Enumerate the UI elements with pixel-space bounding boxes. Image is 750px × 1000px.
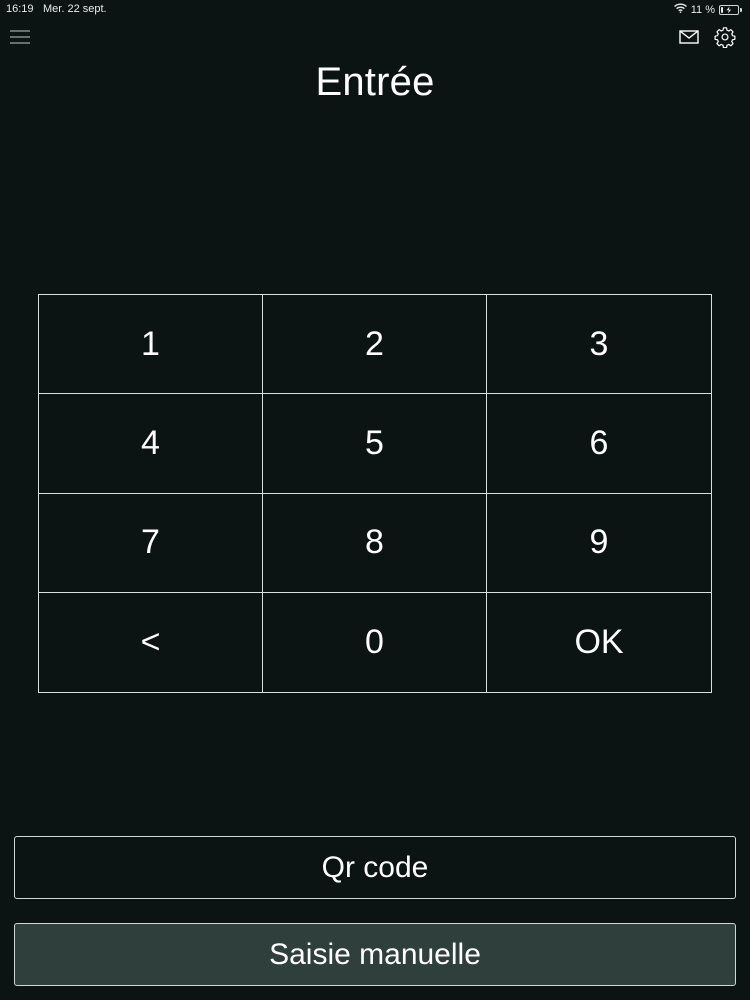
status-bar: 16:19 Mer. 22 sept. 11 %	[0, 0, 750, 20]
key-4[interactable]: 4	[39, 394, 263, 494]
key-7[interactable]: 7	[39, 493, 263, 593]
key-2[interactable]: 2	[263, 295, 487, 395]
hamburger-menu-icon[interactable]	[10, 28, 30, 46]
battery-cap	[740, 7, 742, 12]
key-8[interactable]: 8	[263, 493, 487, 593]
battery-icon	[719, 4, 739, 15]
key-9[interactable]: 9	[487, 493, 711, 593]
key-backspace[interactable]: <	[39, 592, 263, 692]
key-6[interactable]: 6	[487, 394, 711, 494]
mail-icon[interactable]	[678, 26, 700, 48]
key-0[interactable]: 0	[263, 592, 487, 692]
key-ok[interactable]: OK	[487, 592, 711, 692]
battery-percent: 11 %	[690, 3, 715, 16]
key-3[interactable]: 3	[487, 295, 711, 395]
charging-bolt-icon	[726, 6, 732, 13]
status-date: Mer. 22 sept.	[43, 3, 107, 15]
wifi-icon	[673, 3, 687, 16]
numeric-keypad: 1 2 3 4 5 6 7 8 9 < 0 OK	[38, 294, 712, 693]
key-1[interactable]: 1	[39, 295, 263, 395]
qr-code-button[interactable]: Qr code	[14, 836, 736, 899]
manual-entry-button[interactable]: Saisie manuelle	[14, 923, 736, 986]
gear-icon[interactable]	[714, 26, 736, 49]
key-5[interactable]: 5	[263, 394, 487, 494]
status-time: 16:19	[6, 3, 34, 15]
page-title: Entrée	[315, 60, 435, 104]
status-indicators: 11 %	[673, 3, 742, 16]
